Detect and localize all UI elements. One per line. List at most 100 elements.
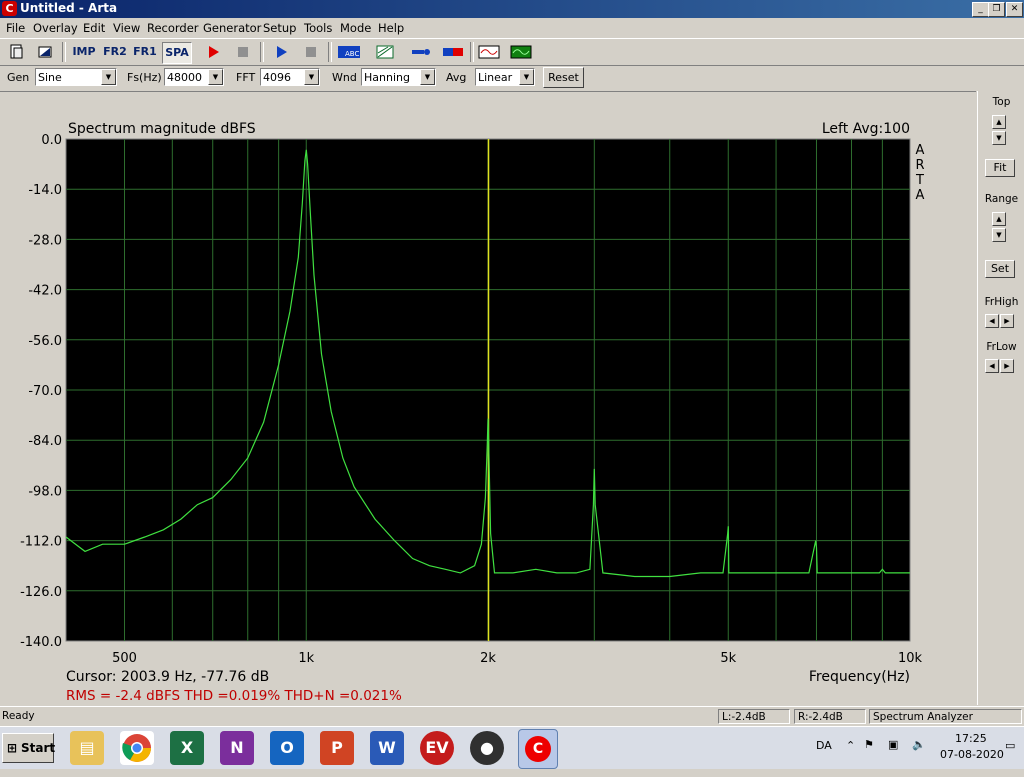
signal-monitor-icon[interactable] bbox=[510, 42, 532, 62]
menu-mode[interactable]: Mode bbox=[340, 21, 371, 35]
fft-size-select[interactable]: 4096 ▼ bbox=[260, 68, 320, 86]
show-desktop-icon[interactable]: ▭ bbox=[1005, 739, 1015, 752]
language-indicator[interactable]: DA bbox=[816, 739, 832, 752]
menu-view[interactable]: View bbox=[113, 21, 140, 35]
title-bar: C Untitled - Arta _ ❐ ✕ bbox=[0, 0, 1024, 18]
status-ready: Ready bbox=[2, 710, 35, 722]
y-tick-label: -42.0 bbox=[28, 284, 62, 299]
menu-edit[interactable]: Edit bbox=[83, 21, 105, 35]
menu-tools[interactable]: Tools bbox=[304, 21, 332, 35]
chevron-down-icon[interactable]: ▼ bbox=[519, 69, 534, 85]
averaging-select[interactable]: Linear ▼ bbox=[475, 68, 535, 86]
y-tick-label: -28.0 bbox=[28, 233, 62, 248]
brand-letter: A bbox=[916, 143, 925, 158]
fft-label: FFT bbox=[236, 71, 256, 84]
x-axis-label: Frequency(Hz) bbox=[809, 669, 910, 685]
hatched-chart-icon[interactable] bbox=[374, 42, 396, 62]
x-axis-ticks: 500 1k 2k 5k 10k bbox=[112, 651, 922, 666]
impulse-mode-button[interactable]: IMP bbox=[70, 42, 98, 62]
chrome-icon[interactable] bbox=[120, 731, 154, 765]
chart-panel: Spectrum magnitude dBFS Left Avg:100 ART… bbox=[0, 91, 976, 706]
excel-icon[interactable]: X bbox=[170, 731, 204, 765]
restore-button[interactable]: ❐ bbox=[988, 2, 1005, 17]
powerpoint-icon[interactable]: P bbox=[320, 731, 354, 765]
spectrum-chart[interactable]: Spectrum magnitude dBFS Left Avg:100 ART… bbox=[0, 92, 976, 706]
stop-gray-icon[interactable] bbox=[300, 42, 322, 62]
probe-icon[interactable] bbox=[410, 42, 432, 62]
top-up-arrow-icon[interactable]: ▲ bbox=[992, 115, 1006, 129]
start-label: Start bbox=[21, 741, 56, 755]
level-meter-icon[interactable] bbox=[442, 42, 464, 62]
sample-rate-value: 48000 bbox=[167, 71, 202, 84]
taskbar: ⊞ Start ▤ X N O P W EV ● C DA ⌃ ⚑ ▣ 🔈 17… bbox=[0, 726, 1024, 769]
abc-chart-icon[interactable]: ABC bbox=[336, 42, 362, 62]
top-label: Top bbox=[992, 96, 1011, 108]
outlook-icon[interactable]: O bbox=[270, 731, 304, 765]
media-app-icon[interactable]: ● bbox=[470, 731, 504, 765]
close-button[interactable]: ✕ bbox=[1006, 2, 1023, 17]
window-function-select[interactable]: Hanning ▼ bbox=[361, 68, 436, 86]
x-tick-label: 1k bbox=[298, 651, 314, 666]
frhigh-left-arrow-icon[interactable]: ◀ bbox=[985, 314, 999, 328]
open-file-icon[interactable] bbox=[34, 42, 56, 62]
volume-icon[interactable]: 🔈 bbox=[912, 738, 926, 751]
start-button[interactable]: ⊞ Start bbox=[2, 733, 56, 763]
chevron-down-icon[interactable]: ▼ bbox=[208, 69, 223, 85]
clock-time[interactable]: 17:25 bbox=[955, 732, 987, 745]
sample-rate-select[interactable]: 48000 ▼ bbox=[164, 68, 224, 86]
new-file-icon[interactable] bbox=[6, 42, 28, 62]
file-explorer-icon[interactable]: ▤ bbox=[70, 731, 104, 765]
clock-date[interactable]: 07-08-2020 bbox=[940, 748, 1004, 761]
right-control-panel: Top ▲ ▼ Fit Range ▲ ▼ Set FrHigh ◀ ▶ FrL… bbox=[977, 91, 1024, 705]
play-blue-icon[interactable] bbox=[270, 42, 292, 62]
tray-expand-icon[interactable]: ⌃ bbox=[846, 739, 855, 752]
menu-overlay[interactable]: Overlay bbox=[33, 21, 78, 35]
minimize-button[interactable]: _ bbox=[972, 2, 989, 17]
avg-label: Avg bbox=[446, 71, 467, 84]
set-button[interactable]: Set bbox=[985, 260, 1015, 278]
menu-help[interactable]: Help bbox=[378, 21, 404, 35]
range-down-arrow-icon[interactable]: ▼ bbox=[992, 228, 1006, 242]
frlow-right-arrow-icon[interactable]: ▶ bbox=[1000, 359, 1014, 373]
expressvpn-icon[interactable]: EV bbox=[420, 731, 454, 765]
reset-button[interactable]: Reset bbox=[543, 67, 584, 88]
window-title: Untitled - Arta bbox=[20, 1, 118, 15]
toolbar: IMP FR2 FR1 SPA ABC bbox=[0, 38, 1024, 66]
fs-label: Fs(Hz) bbox=[127, 71, 162, 84]
word-icon[interactable]: W bbox=[370, 731, 404, 765]
fr2-mode-button[interactable]: FR2 bbox=[102, 42, 128, 62]
chevron-down-icon[interactable]: ▼ bbox=[304, 69, 319, 85]
rms-thd-readout: RMS = -2.4 dBFS THD =0.019% THD+N =0.021… bbox=[66, 688, 402, 704]
onenote-icon[interactable]: N bbox=[220, 731, 254, 765]
menu-recorder[interactable]: Recorder bbox=[147, 21, 199, 35]
spa-mode-button[interactable]: SPA bbox=[162, 42, 192, 64]
generator-value: Sine bbox=[38, 71, 62, 84]
menu-generator[interactable]: Generator bbox=[203, 21, 261, 35]
y-tick-label: -126.0 bbox=[20, 585, 62, 600]
fit-button[interactable]: Fit bbox=[985, 159, 1015, 177]
brand-letter: R bbox=[915, 158, 924, 173]
chevron-down-icon[interactable]: ▼ bbox=[101, 69, 116, 85]
brand-letter: A bbox=[916, 188, 925, 203]
top-down-arrow-icon[interactable]: ▼ bbox=[992, 131, 1006, 145]
fr1-mode-button[interactable]: FR1 bbox=[132, 42, 158, 62]
frhigh-right-arrow-icon[interactable]: ▶ bbox=[1000, 314, 1014, 328]
menu-file[interactable]: File bbox=[6, 21, 25, 35]
network-icon[interactable]: ▣ bbox=[888, 738, 898, 751]
record-play-icon[interactable] bbox=[202, 42, 224, 62]
y-tick-label: -70.0 bbox=[28, 384, 62, 399]
channel-info: Left Avg:100 bbox=[822, 121, 910, 137]
left-level: L:-2.4dB bbox=[718, 709, 790, 724]
flag-icon[interactable]: ⚑ bbox=[864, 738, 874, 751]
oscilloscope-icon[interactable] bbox=[478, 42, 500, 62]
stop-icon[interactable] bbox=[232, 42, 254, 62]
range-up-arrow-icon[interactable]: ▲ bbox=[992, 212, 1006, 226]
menu-bar: File Overlay Edit View Recorder Generato… bbox=[0, 18, 1024, 38]
arta-taskbar-icon[interactable]: C bbox=[518, 729, 558, 769]
generator-select[interactable]: Sine ▼ bbox=[35, 68, 117, 86]
chevron-down-icon[interactable]: ▼ bbox=[420, 69, 435, 85]
menu-setup[interactable]: Setup bbox=[263, 21, 296, 35]
chart-title: Spectrum magnitude dBFS bbox=[68, 121, 256, 137]
frlow-left-arrow-icon[interactable]: ◀ bbox=[985, 359, 999, 373]
x-tick-label: 500 bbox=[112, 651, 137, 666]
